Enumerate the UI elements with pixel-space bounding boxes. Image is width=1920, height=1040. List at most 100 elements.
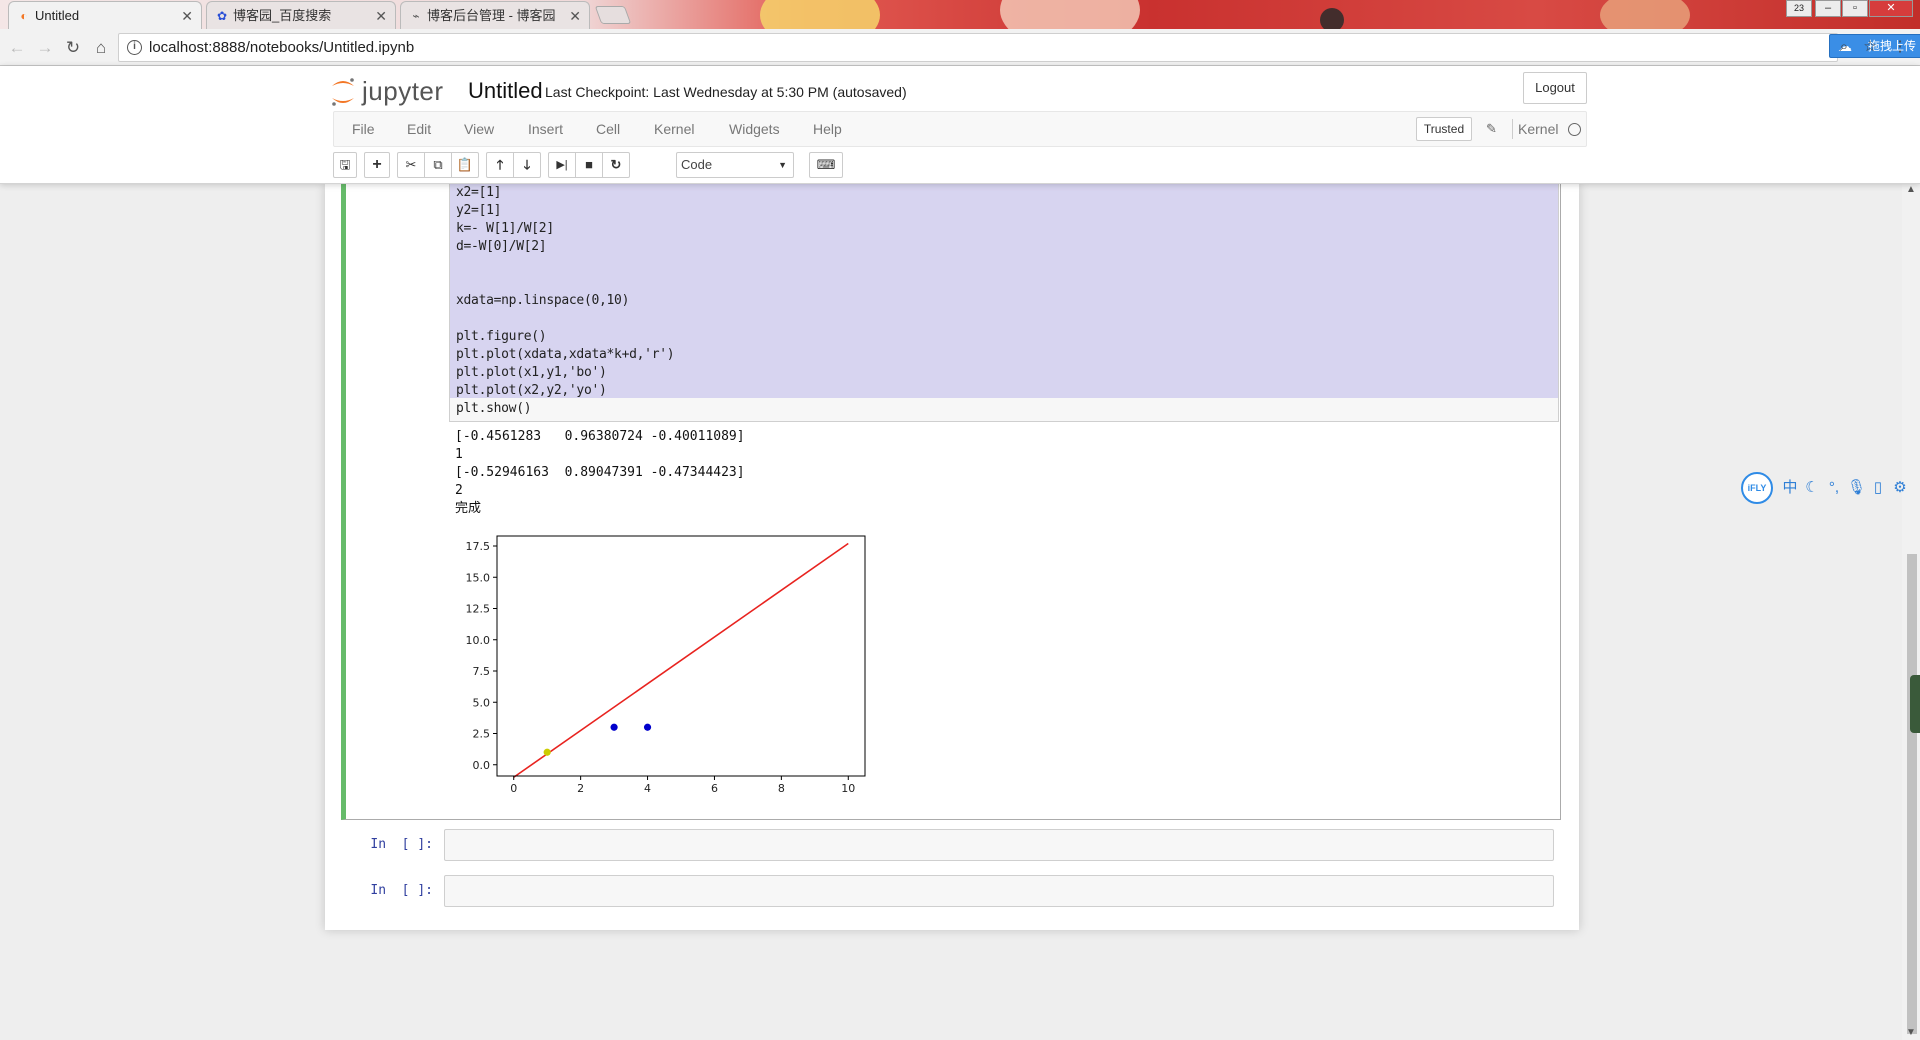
y-tick-label: 15.0 bbox=[466, 571, 491, 584]
menu-file[interactable]: File bbox=[352, 112, 375, 146]
tab-untitled[interactable]: ◐ Untitled ✕ bbox=[8, 1, 202, 29]
theme-decoration bbox=[1000, 0, 1140, 29]
move-down-icon[interactable]: 🡓 bbox=[513, 152, 541, 178]
menu-edit[interactable]: Edit bbox=[407, 112, 431, 146]
more-menu-icon[interactable]: ⋮ bbox=[1890, 37, 1910, 57]
punct-icon[interactable]: °, bbox=[1825, 478, 1843, 498]
insert-cell-icon[interactable]: + bbox=[364, 152, 390, 178]
matplotlib-figure: 0 2 4 6 8 10 0.0 2.5 5.0 7.5 10.0 12.5 15.0 17.5 bbox=[456, 532, 876, 810]
user-profile-icon[interactable]: 23 bbox=[1786, 0, 1812, 17]
copy-icon[interactable]: ⧉ bbox=[424, 152, 452, 178]
new-tab-button[interactable] bbox=[594, 6, 632, 24]
output-line: 2 bbox=[455, 483, 463, 498]
code-line: x2=[1] bbox=[456, 185, 502, 200]
code-line: xdata=np.linspace(0,10) bbox=[456, 293, 630, 308]
gear-icon[interactable]: ⚙ bbox=[1891, 478, 1909, 498]
jupyter-wordmark: jupyter bbox=[362, 76, 444, 106]
empty-code-cell[interactable]: In [ ]: bbox=[341, 872, 1561, 910]
menu-widgets[interactable]: Widgets bbox=[729, 112, 780, 146]
move-up-icon[interactable]: 🡑 bbox=[486, 152, 514, 178]
reload-icon[interactable]: ↻ bbox=[62, 37, 84, 59]
page-scrollbar[interactable]: ▲ ▼ bbox=[1902, 184, 1920, 1040]
forward-arrow-icon[interactable]: → bbox=[34, 37, 56, 59]
home-icon[interactable]: ⌂ bbox=[90, 37, 112, 59]
zoom-icon[interactable]: ⌕ bbox=[1834, 37, 1854, 57]
kernel-name: Kernel bbox=[1518, 121, 1559, 137]
output-line: [-0.4561283 0.96380724 -0.40011089] bbox=[455, 429, 745, 444]
jupyter-header: jupyter Untitled Last Checkpoint: Last W… bbox=[0, 66, 1920, 184]
cell-type-select[interactable]: Code ▼ bbox=[676, 152, 794, 178]
y-tick-label: 12.5 bbox=[466, 603, 491, 616]
mic-icon[interactable]: 🎙 bbox=[1847, 478, 1866, 498]
paste-icon[interactable]: 📋 bbox=[451, 152, 479, 178]
code-line: plt.figure() bbox=[456, 329, 547, 344]
side-panel-handle[interactable] bbox=[1910, 675, 1920, 733]
y-tick-label: 10.0 bbox=[466, 634, 491, 647]
theme-decoration bbox=[760, 0, 880, 29]
back-arrow-icon[interactable]: ← bbox=[6, 37, 28, 59]
close-icon[interactable]: ✕ bbox=[375, 2, 387, 29]
trusted-badge[interactable]: Trusted bbox=[1416, 117, 1472, 141]
output-line: 1 bbox=[455, 447, 463, 462]
interrupt-kernel-icon[interactable]: ■ bbox=[575, 152, 603, 178]
menu-insert[interactable]: Insert bbox=[528, 112, 563, 146]
url-field[interactable]: i localhost:8888/notebooks/Untitled.ipyn… bbox=[118, 33, 1920, 62]
checkpoint-status: Last Checkpoint: Last Wednesday at 5:30 … bbox=[545, 84, 907, 100]
x-tick-label: 4 bbox=[644, 782, 651, 795]
code-line: plt.show() bbox=[456, 401, 532, 416]
x-tick-label: 2 bbox=[577, 782, 584, 795]
code-line: d=-W[0]/W[2] bbox=[456, 239, 547, 254]
edit-pencil-icon[interactable]: ✎ bbox=[1486, 119, 1502, 139]
menu-help[interactable]: Help bbox=[813, 112, 842, 146]
code-line: plt.plot(xdata,xdata*k+d,'r') bbox=[456, 347, 675, 362]
address-bar: ← → ↻ ⌂ i localhost:8888/notebooks/Untit… bbox=[0, 29, 1920, 66]
code-cell-selected[interactable]: x2=[1] y2=[1] k=- W[1]/W[2] d=-W[0]/W[2] xda… bbox=[341, 184, 1561, 820]
code-line: y2=[1] bbox=[456, 203, 502, 218]
save-icon[interactable]: 🖫 bbox=[333, 152, 357, 178]
restart-kernel-icon[interactable]: ↻ bbox=[602, 152, 630, 178]
menu-cell[interactable]: Cell bbox=[596, 112, 620, 146]
plot-marker-point bbox=[543, 748, 551, 756]
command-palette-keyboard-icon[interactable]: ⌨ bbox=[809, 152, 843, 178]
notebook-site: x2=[1] y2=[1] k=- W[1]/W[2] d=-W[0]/W[2] xda… bbox=[0, 184, 1902, 1040]
bookmark-star-icon[interactable]: ☆ bbox=[1860, 37, 1880, 57]
menu-view[interactable]: View bbox=[464, 112, 494, 146]
chevron-down-icon: ▼ bbox=[778, 160, 787, 170]
moon-icon[interactable]: ☾ bbox=[1803, 478, 1821, 498]
maximize-button[interactable]: ▫ bbox=[1842, 0, 1868, 17]
logout-button[interactable]: Logout bbox=[1523, 72, 1587, 104]
notebook-toolbar: 🖫 + ✂ ⧉ 📋 🡑 🡓 ▶| ■ ↻ Code ▼ ⌨ bbox=[333, 150, 1233, 180]
code-editor[interactable] bbox=[444, 829, 1554, 861]
y-tick-label: 7.5 bbox=[473, 665, 491, 678]
close-icon[interactable]: ✕ bbox=[569, 2, 581, 29]
input-prompt: In [ ]: bbox=[370, 837, 433, 852]
code-line: plt.plot(x2,y2,'yo') bbox=[456, 383, 607, 398]
kernel-idle-indicator-icon bbox=[1568, 123, 1581, 136]
scroll-up-arrow-icon[interactable]: ▲ bbox=[1906, 184, 1916, 195]
tab-baidu-search[interactable]: ✿ 博客园_百度搜索 ✕ bbox=[206, 1, 396, 29]
text-selection-highlight bbox=[450, 184, 1558, 398]
minimize-button[interactable]: – bbox=[1815, 0, 1841, 17]
close-icon[interactable]: ✕ bbox=[181, 2, 193, 29]
empty-code-cell[interactable]: In [ ]: bbox=[341, 826, 1561, 864]
menu-kernel[interactable]: Kernel bbox=[654, 112, 694, 146]
x-tick-label: 10 bbox=[841, 782, 855, 795]
info-icon[interactable]: i bbox=[127, 40, 142, 55]
plot-marker-point bbox=[643, 723, 652, 731]
y-tick-label: 5.0 bbox=[473, 696, 491, 709]
ifly-logo[interactable]: iFLY bbox=[1741, 472, 1773, 504]
notebook-name[interactable]: Untitled bbox=[468, 76, 543, 106]
code-editor[interactable]: x2=[1] y2=[1] k=- W[1]/W[2] d=-W[0]/W[2] xda… bbox=[449, 184, 1559, 422]
cut-icon[interactable]: ✂ bbox=[397, 152, 425, 178]
theme-decoration bbox=[1320, 8, 1344, 29]
scrollbar-thumb[interactable] bbox=[1907, 554, 1917, 1034]
close-window-button[interactable]: ✕ bbox=[1869, 0, 1913, 17]
code-editor[interactable] bbox=[444, 875, 1554, 907]
jupyter-icon: ◐ bbox=[20, 9, 28, 23]
zh-icon[interactable]: 中 bbox=[1781, 478, 1799, 498]
run-cell-icon[interactable]: ▶| bbox=[548, 152, 576, 178]
tab-cnblogs-admin[interactable]: ⌁ 博客后台管理 - 博客园 ✕ bbox=[400, 1, 590, 29]
keyboard-icon[interactable]: ▯ bbox=[1869, 478, 1887, 498]
scroll-down-arrow-icon[interactable]: ▼ bbox=[1906, 1027, 1916, 1038]
cell-output: [-0.4561283 0.96380724 -0.40011089] 1 [-0.… bbox=[449, 428, 1549, 828]
